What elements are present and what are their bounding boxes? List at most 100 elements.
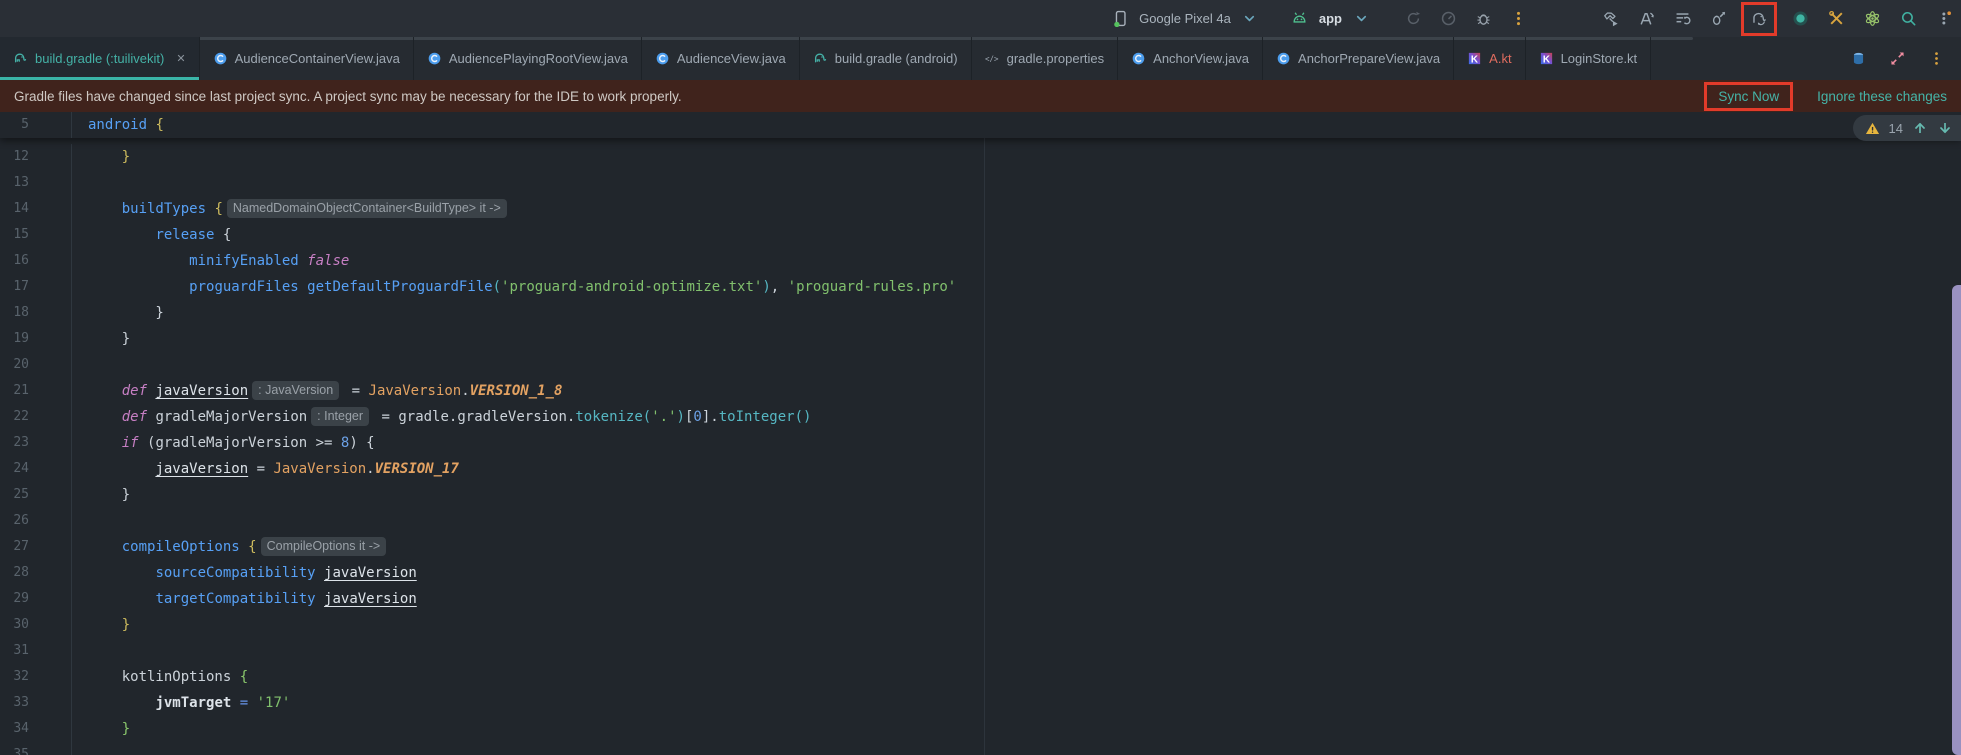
search-everywhere-icon[interactable]	[1895, 6, 1921, 32]
code-line[interactable]: 30 }	[0, 612, 1961, 638]
code-token[interactable]	[88, 253, 189, 269]
code-token[interactable]: 0	[693, 409, 701, 425]
code-text[interactable]: release {	[72, 222, 231, 248]
code-token[interactable]: (	[643, 409, 651, 425]
code-line[interactable]: 19 }	[0, 326, 1961, 352]
editor-more-icon[interactable]	[1923, 46, 1949, 72]
code-token[interactable]: javaVersion	[324, 565, 417, 581]
apply-changes-icon[interactable]	[1633, 6, 1659, 32]
prev-warning-icon[interactable]	[1912, 120, 1928, 136]
code-token[interactable]	[88, 383, 122, 399]
code-token[interactable]: )	[677, 409, 685, 425]
line-number[interactable]: 33	[0, 690, 72, 716]
editor-scrollbar-thumb[interactable]	[1952, 285, 1961, 755]
code-token[interactable]	[248, 695, 256, 711]
sticky-line-panel[interactable]: 5android {	[0, 112, 1961, 138]
code-token[interactable]: minifyEnabled	[189, 253, 299, 269]
code-text[interactable]: javaVersion = JavaVersion.VERSION_17	[72, 456, 459, 482]
code-text[interactable]: }	[72, 300, 164, 326]
editor-tab-build-gradle-android-[interactable]: build.gradle (android)	[800, 37, 972, 80]
code-token[interactable]: buildTypes	[122, 201, 206, 217]
code-token[interactable]: }	[88, 149, 130, 165]
code-token[interactable]: }	[88, 721, 130, 737]
code-text[interactable]: }	[72, 144, 130, 170]
code-token[interactable]	[88, 565, 155, 581]
code-line[interactable]: 26	[0, 508, 1961, 534]
line-number[interactable]: 16	[0, 248, 72, 274]
code-token[interactable]	[88, 669, 122, 685]
code-token[interactable]	[88, 539, 122, 555]
debug-icon[interactable]	[1470, 6, 1496, 32]
code-token[interactable]: JavaVersion	[273, 461, 366, 477]
code-token[interactable]: )	[762, 279, 770, 295]
code-line[interactable]: 22 def gradleMajorVersion: Integer = gra…	[0, 404, 1961, 430]
line-number[interactable]: 31	[0, 638, 72, 664]
line-number[interactable]: 28	[0, 560, 72, 586]
code-token[interactable]: '.'	[651, 409, 676, 425]
code-token[interactable]: }	[88, 487, 130, 503]
code-token[interactable]: ()	[795, 409, 812, 425]
code-line[interactable]: 14 buildTypes {NamedDomainObjectContaine…	[0, 196, 1961, 222]
line-number[interactable]: 21	[0, 378, 72, 404]
more-run-options-icon[interactable]	[1505, 6, 1531, 32]
code-token[interactable]	[299, 253, 307, 269]
code-line[interactable]: 29 targetCompatibility javaVersion	[0, 586, 1961, 612]
code-token[interactable]: 'proguard-android-optimize.txt'	[501, 279, 762, 295]
line-number[interactable]: 14	[0, 196, 72, 222]
code-line[interactable]: 18 }	[0, 300, 1961, 326]
code-text[interactable]: jvmTarget = '17'	[72, 690, 290, 716]
code-token[interactable]	[88, 201, 122, 217]
code-text[interactable]: sourceCompatibility javaVersion	[72, 560, 417, 586]
gradle-sync-icon[interactable]	[1746, 6, 1772, 32]
code-token[interactable]: =	[343, 383, 368, 399]
inlay-hint[interactable]: CompileOptions it ->	[261, 537, 387, 556]
code-line[interactable]: 34 }	[0, 716, 1961, 742]
code-token[interactable]: }	[88, 617, 130, 633]
editor-tab-build-gradle-tuilivekit-[interactable]: build.gradle (:tuilivekit)✕	[0, 37, 200, 80]
rerun-icon[interactable]	[1400, 6, 1426, 32]
code-token[interactable]: {	[155, 117, 163, 133]
line-number[interactable]: 24	[0, 456, 72, 482]
code-text[interactable]: buildTypes {NamedDomainObjectContainer<B…	[72, 196, 511, 222]
code-token[interactable]: =	[373, 409, 398, 425]
running-device-icon[interactable]	[1787, 6, 1813, 32]
code-line[interactable]: 21 def javaVersion: JavaVersion = JavaVe…	[0, 378, 1961, 404]
code-token[interactable]: compileOptions	[122, 539, 240, 555]
line-number[interactable]: 23	[0, 430, 72, 456]
code-token[interactable]: VERSION_17	[375, 461, 459, 477]
code-token[interactable]	[88, 591, 155, 607]
line-number[interactable]: 22	[0, 404, 72, 430]
code-line[interactable]: 28 sourceCompatibility javaVersion	[0, 560, 1961, 586]
line-number[interactable]: 34	[0, 716, 72, 742]
code-line[interactable]: 24 javaVersion = JavaVersion.VERSION_17	[0, 456, 1961, 482]
profiler-icon[interactable]	[1435, 6, 1461, 32]
code-text[interactable]: kotlinOptions {	[72, 664, 248, 690]
code-token[interactable]: =	[248, 461, 273, 477]
code-token[interactable]: {	[248, 539, 256, 555]
code-line[interactable]: 20	[0, 352, 1961, 378]
code-line[interactable]: 25 }	[0, 482, 1961, 508]
inspection-widget[interactable]: 14	[1853, 115, 1961, 141]
warning-icon[interactable]	[1865, 121, 1880, 136]
editor-tab-audienceplayingrootview-java[interactable]: AudiencePlayingRootView.java	[414, 37, 642, 80]
apply-code-changes-icon[interactable]	[1669, 6, 1695, 32]
run-configuration-selector[interactable]: app	[1287, 6, 1374, 32]
code-token[interactable]	[88, 409, 122, 425]
code-text[interactable]: }	[72, 482, 130, 508]
code-line[interactable]: 12 }	[0, 144, 1961, 170]
line-number[interactable]: 15	[0, 222, 72, 248]
code-token[interactable]	[231, 669, 239, 685]
code-token[interactable]: javaVersion	[155, 461, 248, 477]
code-token[interactable]: )	[349, 435, 366, 451]
attach-debugger-icon[interactable]	[1705, 6, 1731, 32]
code-line[interactable]: 13	[0, 170, 1961, 196]
code-line[interactable]: 31	[0, 638, 1961, 664]
code-token[interactable]	[316, 591, 324, 607]
code-text[interactable]	[72, 352, 88, 378]
code-token[interactable]: proguardFiles	[189, 279, 299, 295]
code-text[interactable]	[72, 638, 88, 664]
code-token[interactable]: toInteger	[719, 409, 795, 425]
code-token[interactable]: JavaVersion	[369, 383, 462, 399]
code-line[interactable]: 16 minifyEnabled false	[0, 248, 1961, 274]
line-number[interactable]: 17	[0, 274, 72, 300]
